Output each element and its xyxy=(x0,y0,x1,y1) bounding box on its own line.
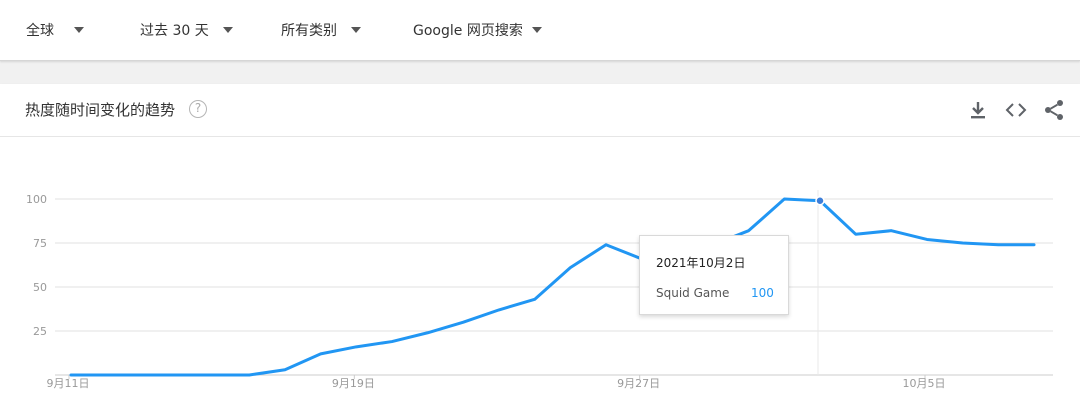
y-tick-label: 50 xyxy=(33,281,47,294)
y-tick-label: 100 xyxy=(26,193,47,206)
x-tick-label: 9月19日 xyxy=(332,377,375,390)
tooltip-value: 100 xyxy=(751,286,774,300)
tooltip-series-name: Squid Game xyxy=(656,286,730,300)
x-tick-label: 9月27日 xyxy=(617,377,660,390)
x-tick-label: 9月11日 xyxy=(47,377,90,390)
trend-line-chart: 100 75 50 25 9月11日 9月19日 9月27日 10月5日 xyxy=(26,190,1053,390)
chart-tooltip: 2021年10月2日 Squid Game 100 xyxy=(639,235,789,315)
y-tick-label: 75 xyxy=(33,237,47,250)
highlight-point xyxy=(815,196,825,206)
x-tick-label: 10月5日 xyxy=(903,377,946,390)
y-tick-label: 25 xyxy=(33,325,47,338)
tooltip-date: 2021年10月2日 xyxy=(656,256,746,270)
